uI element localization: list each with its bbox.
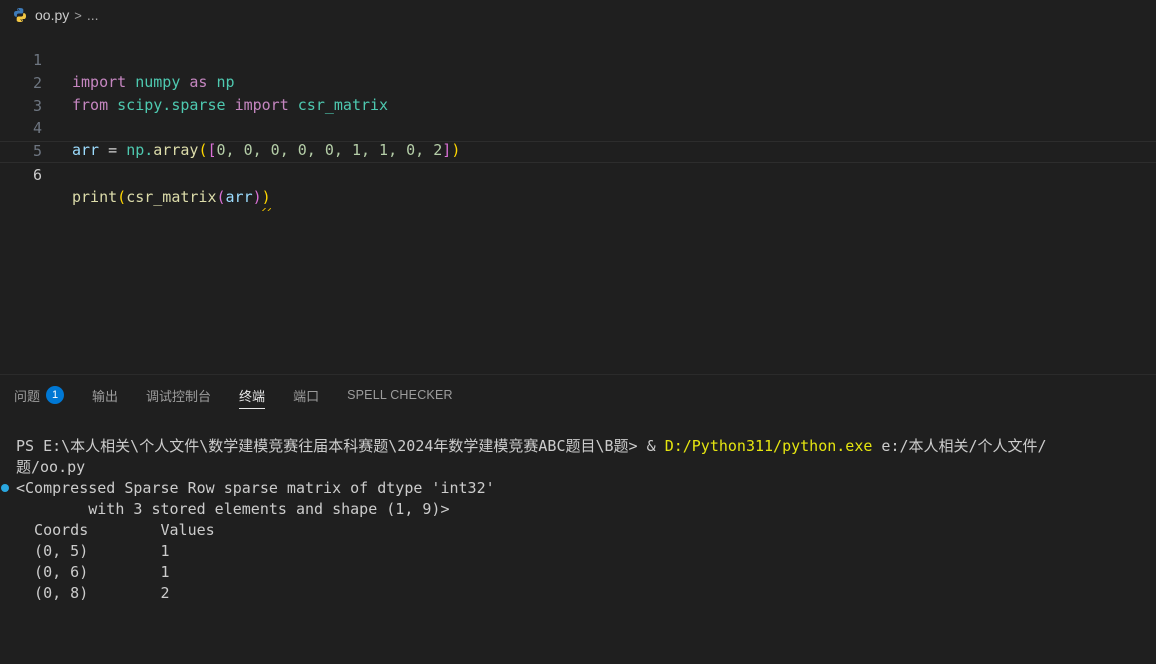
terminal[interactable]: PS E:\本人相关\个人文件\数学建模竞赛往届本科赛题\2024年数学建模竞赛… [0,433,1156,604]
terminal-output-line: (0, 6) 1 [16,563,170,581]
panel-tabs: 问题 1 输出 调试控制台 终端 端口 SPELL CHECKER [0,375,467,415]
terminal-exe-path: D:/Python311/python.exe [664,437,873,455]
code-line[interactable]: 5 [0,118,1156,160]
tab-label: 端口 [293,388,320,404]
code-line[interactable]: 2 from scipy.sparse import csr_matrix [0,50,1156,114]
terminal-output-line: with 3 stored elements and shape (1, 9)> [16,500,450,518]
tab-output[interactable]: 输出 [92,375,118,415]
code-line-current[interactable]: 6 print(csr_matrix(arr)) [0,141,1156,211]
tab-label: 调试控制台 [146,388,212,404]
code-token: print [72,188,118,206]
terminal-command-line: PS E:\本人相关\个人文件\数学建模竞赛往届本科赛题\2024年数学建模竞赛… [16,436,1047,457]
line-number: 6 [32,166,42,184]
code-line[interactable]: 1 import numpy as np [0,27,1156,91]
code-editor[interactable]: 1 import numpy as np 2 from scipy.sparse… [0,27,1156,374]
tab-label: 问题 [14,388,41,404]
command-decoration-icon[interactable] [1,484,9,492]
breadcrumb-more[interactable]: ... [87,7,99,23]
bottom-panel: 问题 1 输出 调试控制台 终端 端口 SPELL CHECKER PS E:\… [0,374,1156,604]
terminal-prompt: PS E:\本人相关\个人文件\数学建模竞赛往届本科赛题\2024年数学建模竞赛… [16,437,647,455]
tab-label: 终端 [239,388,266,404]
breadcrumb: oo.py > ... [0,0,1156,30]
tab-problems[interactable]: 问题 1 [14,375,65,415]
code-line[interactable]: 4 arr = np.array([0, 0, 0, 0, 0, 1, 1, 0… [0,95,1156,159]
python-icon [12,7,28,23]
terminal-command-wrap: 题/oo.py [16,458,86,476]
problems-count-badge: 1 [46,386,65,404]
code-token: ( [117,188,127,206]
code-line[interactable]: 3 [0,73,1156,115]
code-token: ) [252,188,262,206]
warning-squiggle[interactable]: ) [261,186,271,211]
terminal-output-line: Coords Values [16,521,215,539]
tab-ports[interactable]: 端口 [293,375,319,415]
terminal-script-arg: e:/本人相关/个人文件/ [872,437,1047,455]
breadcrumb-file[interactable]: oo.py [35,7,69,23]
tab-debug-console[interactable]: 调试控制台 [146,375,211,415]
chevron-right-icon: > [74,7,82,23]
tab-label: 输出 [92,388,119,404]
terminal-output-line: <Compressed Sparse Row sparse matrix of … [16,479,495,497]
code-token: arr [225,188,253,206]
code-token: csr_matrix [126,188,217,206]
terminal-amp: & [646,437,665,455]
tab-spell-checker[interactable]: SPELL CHECKER [347,375,453,415]
tab-terminal[interactable]: 终端 [239,375,266,415]
code-token: ( [216,188,226,206]
terminal-output-line: (0, 5) 1 [16,542,170,560]
terminal-output-line: (0, 8) 2 [16,584,170,602]
tab-label: SPELL CHECKER [347,388,453,402]
